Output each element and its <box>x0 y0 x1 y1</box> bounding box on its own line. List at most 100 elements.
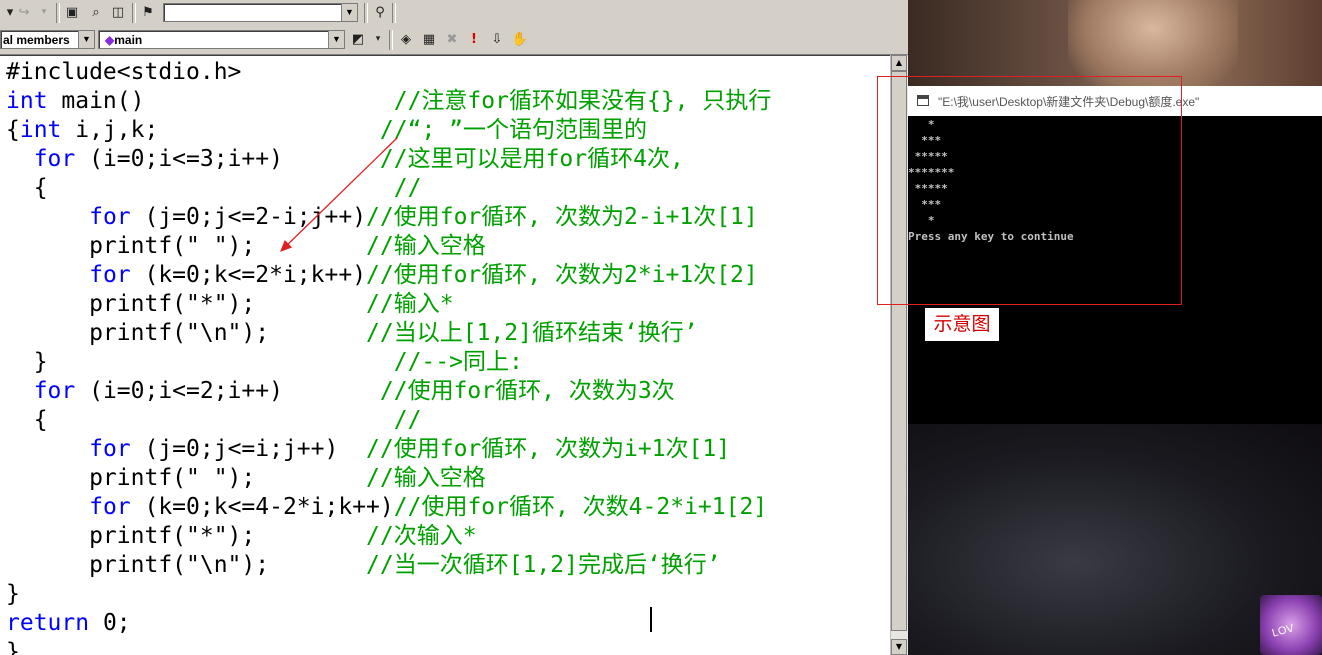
search-binoculars-icon[interactable]: ⚲ <box>370 2 390 22</box>
toolbar-separator <box>364 3 368 23</box>
code-editor[interactable]: #include<stdio.h> int main() //注意for循环如果没… <box>0 55 890 655</box>
code-text: printf("*"); <box>6 523 367 549</box>
code-line: for (j=0;j<=i;j++) //使用for循环, 次数为i+1次[1] <box>6 435 771 464</box>
code-text: printf(" "); <box>6 465 367 491</box>
code-comment: //使用for循环, 次数4-2*i+1[2] <box>393 494 768 520</box>
compile-icon[interactable]: ◈ <box>396 29 416 49</box>
console-titlebar[interactable]: "E:\我\user\Desktop\新建文件夹\Debug\额度.exe" <box>908 86 1322 116</box>
code-text: { <box>6 175 394 201</box>
code-line: printf("\n"); //当以上[1,2]循环结束‘换行’ <box>6 319 771 348</box>
code-line: for (i=0;i<=2;i++) //使用for循环, 次数为3次 <box>6 377 771 406</box>
find-in-files-icon[interactable]: ⌕ <box>86 2 106 22</box>
code-keyword: for <box>89 494 131 520</box>
code-comment: //输入空格 <box>366 465 486 491</box>
code-text: printf("\n"); <box>6 320 367 346</box>
code-comment: //输入* <box>366 291 454 317</box>
code-comment: //注意for循环如果没有{}, 只执行 <box>393 88 772 114</box>
code-keyword: return <box>6 610 90 636</box>
redo-icon[interactable]: ↪ <box>14 2 34 22</box>
code-comment: //输入空格 <box>366 233 486 259</box>
output-window-icon[interactable]: ◫ <box>108 2 128 22</box>
code-text: #include<stdio.h> <box>6 59 242 85</box>
toolbar-separator <box>132 3 136 23</box>
scroll-up-icon[interactable]: ▲ <box>891 55 907 71</box>
code-text: main() <box>47 88 394 114</box>
function-combo[interactable]: ◆main ▼ <box>98 30 345 49</box>
text-cursor <box>650 607 652 632</box>
code-line: printf("*"); //输入* <box>6 290 771 319</box>
console-line: *** <box>908 134 942 147</box>
console-title: "E:\我\user\Desktop\新建文件夹\Debug\额度.exe" <box>938 95 1200 109</box>
code-comment: //使用for循环, 次数为3次 <box>379 378 675 404</box>
main-toolbar: ▾ ↪ ▾ ▣ ⌕ ◫ ⚑ ▼ ⚲ <box>0 0 908 28</box>
source-code: #include<stdio.h> int main() //注意for循环如果没… <box>6 58 771 655</box>
code-line: { // <box>6 406 771 435</box>
code-line: for (j=0;j<=2-i;j++)//使用for循环, 次数为2-i+1次… <box>6 203 771 232</box>
code-text: i,j,k; <box>61 117 380 143</box>
console-window[interactable]: "E:\我\user\Desktop\新建文件夹\Debug\额度.exe" *… <box>908 86 1322 424</box>
code-line: { // <box>6 174 771 203</box>
code-comment: //次输入* <box>366 523 477 549</box>
code-text: } <box>6 639 20 655</box>
code-line: printf(" "); //输入空格 <box>6 464 771 493</box>
scrollbar-thumb[interactable] <box>891 71 907 631</box>
code-text: 0; <box>89 610 131 636</box>
code-line: printf("*"); //次输入* <box>6 522 771 551</box>
code-comment: //-->同上: <box>393 349 523 375</box>
code-comment: //使用for循环, 次数为2-i+1次[1] <box>366 204 758 230</box>
stop-build-icon[interactable]: ✖ <box>442 29 462 49</box>
go-icon[interactable]: ⇩ <box>487 29 507 49</box>
find-combo[interactable]: ▼ <box>163 3 358 22</box>
code-text: printf("*"); <box>6 291 367 317</box>
console-line: ******* <box>908 166 955 179</box>
wizard-toolbar: al members ▼ ◆main ▼ ◩ ▾ ◈ ▦ ✖ ! ⇩ ✋ <box>0 27 908 55</box>
chevron-down-icon[interactable]: ▼ <box>78 31 94 48</box>
code-keyword: for <box>89 436 131 462</box>
code-line: printf("\n"); //当一次循环[1,2]完成后‘换行’ <box>6 551 771 580</box>
code-comment: //使用for循环, 次数为2*i+1次[2] <box>366 262 758 288</box>
code-comment: //使用for循环, 次数为i+1次[1] <box>366 436 731 462</box>
code-text: (i=0;i<=2;i++) <box>75 378 380 404</box>
code-text: } <box>6 581 20 607</box>
code-keyword: for <box>89 262 131 288</box>
code-text: (k=0;k<=4-2*i;k++) <box>130 494 394 520</box>
editor-scrollbar[interactable]: ▲ ▼ <box>890 55 908 655</box>
sticker-image: LOV <box>1260 595 1322 655</box>
code-text: (k=0;k<=2*i;k++) <box>130 262 367 288</box>
code-text: (j=0;j<=2-i;j++) <box>130 204 367 230</box>
function-combo-value: main <box>114 33 143 47</box>
ide-window: ▾ ↪ ▾ ▣ ⌕ ◫ ⚑ ▼ ⚲ al members ▼ ◆main ▼ ◩ ▾… <box>0 0 908 655</box>
sticker-text: LOV <box>1270 622 1296 640</box>
redo-dropdown-icon[interactable]: ▾ <box>34 2 54 22</box>
scroll-down-icon[interactable]: ▼ <box>891 639 907 655</box>
breakpoint-hand-icon[interactable]: ✋ <box>510 29 530 49</box>
console-window-icon <box>917 95 929 106</box>
toolbar-separator <box>56 3 60 23</box>
code-comment: //这里可以是用for循环4次, <box>379 146 684 172</box>
execute-icon[interactable]: ! <box>464 29 484 49</box>
code-keyword: for <box>89 204 131 230</box>
code-keyword: int <box>6 88 48 114</box>
function-icon: ◆ <box>105 33 115 47</box>
console-line: * <box>908 118 935 131</box>
scope-combo-value: al members <box>3 33 70 47</box>
code-text: } <box>6 349 394 375</box>
find-icon[interactable]: ⚑ <box>138 2 158 22</box>
workspace-icon[interactable]: ▣ <box>62 2 82 22</box>
code-line: } //-->同上: <box>6 348 771 377</box>
scope-combo[interactable]: al members ▼ <box>0 30 95 49</box>
wizard-actions-icon[interactable]: ◩ <box>348 29 368 49</box>
console-line: Press any key to continue <box>908 230 1074 243</box>
code-line: return 0; <box>6 609 771 638</box>
actions-dropdown-icon[interactable]: ▾ <box>368 29 388 49</box>
toolbar-separator <box>392 3 396 23</box>
chevron-down-icon[interactable]: ▼ <box>341 4 357 21</box>
build-icon[interactable]: ▦ <box>419 29 439 49</box>
code-text: { <box>6 117 20 143</box>
chevron-down-icon[interactable]: ▼ <box>328 31 344 48</box>
